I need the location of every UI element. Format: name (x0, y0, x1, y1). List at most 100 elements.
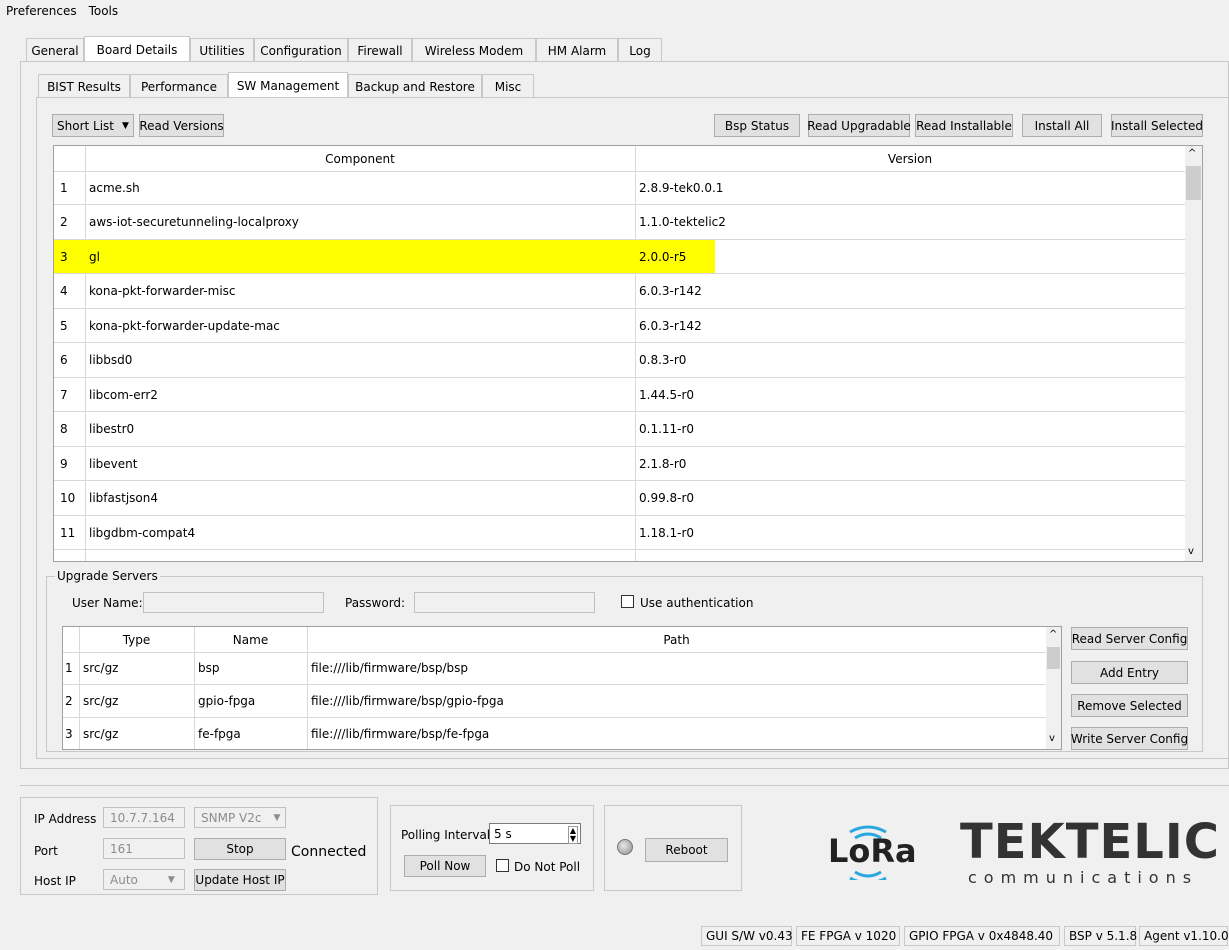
host-ip-label: Host IP (34, 874, 76, 888)
read-server-config-button[interactable]: Read Server Config (1071, 627, 1188, 650)
table-row[interactable]: 10 libfastjson4 0.99.8-r0 (54, 482, 1185, 516)
bsp-status-button[interactable]: Bsp Status (714, 114, 800, 137)
read-installable-button[interactable]: Read Installable (915, 114, 1013, 137)
subtab-performance[interactable]: Performance (130, 74, 228, 98)
component-version-cell: 6.0.3-r142 (639, 284, 702, 298)
poll-now-button[interactable]: Poll Now (404, 855, 486, 877)
update-host-ip-button[interactable]: Update Host IP (194, 869, 286, 891)
snmp-version-select[interactable]: SNMP V2c ▼ (194, 807, 286, 828)
table-row[interactable]: 1 acme.sh 2.8.9-tek0.0.1 (54, 171, 1185, 205)
component-version-cell: 0.8.3-r0 (639, 353, 687, 367)
server-path-cell: file:///lib/firmware/bsp/gpio-fpga (311, 694, 504, 708)
remove-selected-button[interactable]: Remove Selected (1071, 694, 1188, 717)
subtab-bist-results[interactable]: BIST Results (38, 74, 130, 98)
install-all-button[interactable]: Install All (1022, 114, 1102, 137)
table-row[interactable]: 11 libgdbm-compat4 1.18.1-r0 (54, 516, 1185, 550)
column-header-component[interactable]: Component (85, 152, 635, 166)
table-row[interactable]: 3 gl 2.0.0-r5 (54, 240, 1185, 274)
ip-address-input[interactable]: 10.7.7.164 (103, 807, 185, 828)
table-row[interactable]: 2 src/gz gpio-fpga file:///lib/firmware/bsp… (63, 685, 1046, 718)
use-authentication-label: Use authentication (640, 596, 754, 610)
user-name-input[interactable] (143, 592, 324, 613)
tab-general[interactable]: General (26, 38, 84, 62)
component-scrollbar[interactable]: ^ v (1185, 146, 1202, 561)
menu-preferences[interactable]: Preferences (0, 4, 83, 18)
password-label: Password: (345, 596, 406, 610)
row-number: 4 (60, 284, 68, 298)
component-rows: 1 acme.sh 2.8.9-tek0.0.1 2 aws-iot-securetun… (54, 171, 1185, 562)
short-list-dropdown[interactable]: Short List ▼ (52, 114, 134, 137)
subtab-sw-management[interactable]: SW Management (228, 72, 348, 98)
server-table: Type Name Path 1 src/gz bsp file:///lib/fir… (62, 626, 1062, 750)
table-row[interactable]: 5 kona-pkt-forwarder-update-mac 6.0.3-r142 (54, 309, 1185, 343)
table-row[interactable]: 7 libcom-err2 1.44.5-r0 (54, 378, 1185, 412)
server-scrollbar[interactable]: ^ v (1046, 627, 1061, 749)
polling-interval-value: 5 s (494, 826, 512, 841)
status-agent-version: Agent v1.10.0 (1139, 926, 1229, 946)
server-type-cell: src/gz (83, 694, 119, 708)
tektelic-communications-text: communications (968, 868, 1199, 887)
row-number: 11 (60, 525, 76, 540)
port-input[interactable]: 161 (103, 838, 185, 859)
tab-firewall[interactable]: Firewall (348, 38, 412, 62)
tab-utilities[interactable]: Utilities (190, 38, 254, 62)
scroll-thumb[interactable] (1186, 166, 1201, 200)
row-number: 2 (60, 215, 68, 229)
host-ip-value: Auto (110, 872, 138, 887)
column-header-version[interactable]: Version (635, 152, 1185, 166)
use-authentication-checkbox[interactable] (621, 595, 634, 608)
row-number: 5 (60, 318, 68, 333)
scroll-up-icon[interactable]: ^ (1049, 629, 1057, 640)
polling-interval-spinner[interactable]: 5 s ▲ ▼ (489, 823, 581, 844)
table-row[interactable]: 4 kona-pkt-forwarder-misc 6.0.3-r142 (54, 275, 1185, 309)
column-header-name[interactable]: Name (194, 633, 307, 647)
lora-logo-text: LoRa (828, 832, 917, 870)
table-row[interactable]: 2 aws-iot-securetunneling-localproxy 1.1.0… (54, 206, 1185, 240)
column-header-type[interactable]: Type (79, 633, 194, 647)
password-input[interactable] (414, 592, 595, 613)
tab-wireless-modem[interactable]: Wireless Modem (412, 38, 536, 62)
server-name-cell: fe-fpga (198, 727, 241, 741)
row-number: 7 (60, 387, 68, 402)
write-server-config-button[interactable]: Write Server Config (1071, 727, 1188, 750)
status-fe-fpga: FE FPGA v 1020 (796, 926, 900, 946)
menu-tools[interactable]: Tools (83, 4, 125, 18)
tab-log[interactable]: Log (618, 38, 662, 62)
read-upgradable-button[interactable]: Read Upgradable (807, 114, 911, 137)
server-type-cell: src/gz (83, 661, 119, 675)
connection-status: Connected (291, 844, 367, 860)
tab-board-details[interactable]: Board Details (84, 36, 190, 62)
add-entry-button[interactable]: Add Entry (1071, 661, 1188, 684)
table-row[interactable]: 1 src/gz bsp file:///lib/firmware/bsp/bsp (63, 652, 1046, 685)
reboot-button[interactable]: Reboot (645, 838, 728, 862)
spinner-arrows-icon[interactable]: ▲ ▼ (567, 826, 578, 844)
component-version-cell: 2.1.8-r0 (639, 456, 687, 471)
component-name-cell: acme.sh (89, 180, 140, 195)
table-row[interactable]: 8 libestr0 0.1.11-r0 (54, 413, 1185, 447)
install-selected-button[interactable]: Install Selected (1111, 114, 1203, 137)
column-header-path[interactable]: Path (307, 633, 1046, 647)
row-number: 1 (60, 180, 68, 195)
stop-button[interactable]: Stop (194, 838, 286, 860)
table-row[interactable]: 9 libevent 2.1.8-r0 (54, 447, 1185, 481)
component-version-cell: 6.0.3-r142 (639, 318, 702, 333)
scroll-down-icon[interactable]: v (1049, 733, 1055, 744)
do-not-poll-checkbox[interactable] (496, 859, 509, 872)
scroll-up-icon[interactable]: ^ (1188, 148, 1196, 159)
do-not-poll-label: Do Not Poll (514, 860, 581, 874)
subtab-misc[interactable]: Misc (482, 74, 534, 98)
read-versions-button[interactable]: Read Versions (139, 114, 224, 137)
bottom-separator (20, 785, 1229, 786)
component-table-header: Component Version (54, 146, 1185, 172)
tab-configuration[interactable]: Configuration (254, 38, 348, 62)
host-ip-select[interactable]: Auto ▼ (103, 869, 185, 890)
table-row[interactable]: 3 src/gz fe-fpga file:///lib/firmware/bsp/f… (63, 718, 1046, 749)
subtab-backup-restore[interactable]: Backup and Restore (348, 74, 482, 98)
scroll-down-icon[interactable]: v (1188, 546, 1194, 557)
table-row[interactable]: 6 libbsd0 0.8.3-r0 (54, 344, 1185, 378)
server-name-cell: gpio-fpga (198, 694, 256, 708)
tab-hm-alarm[interactable]: HM Alarm (536, 38, 618, 62)
table-row-partial (54, 551, 1185, 562)
scroll-thumb[interactable] (1047, 647, 1060, 669)
component-version-cell: 1.1.0-tektelic2 (639, 215, 726, 229)
